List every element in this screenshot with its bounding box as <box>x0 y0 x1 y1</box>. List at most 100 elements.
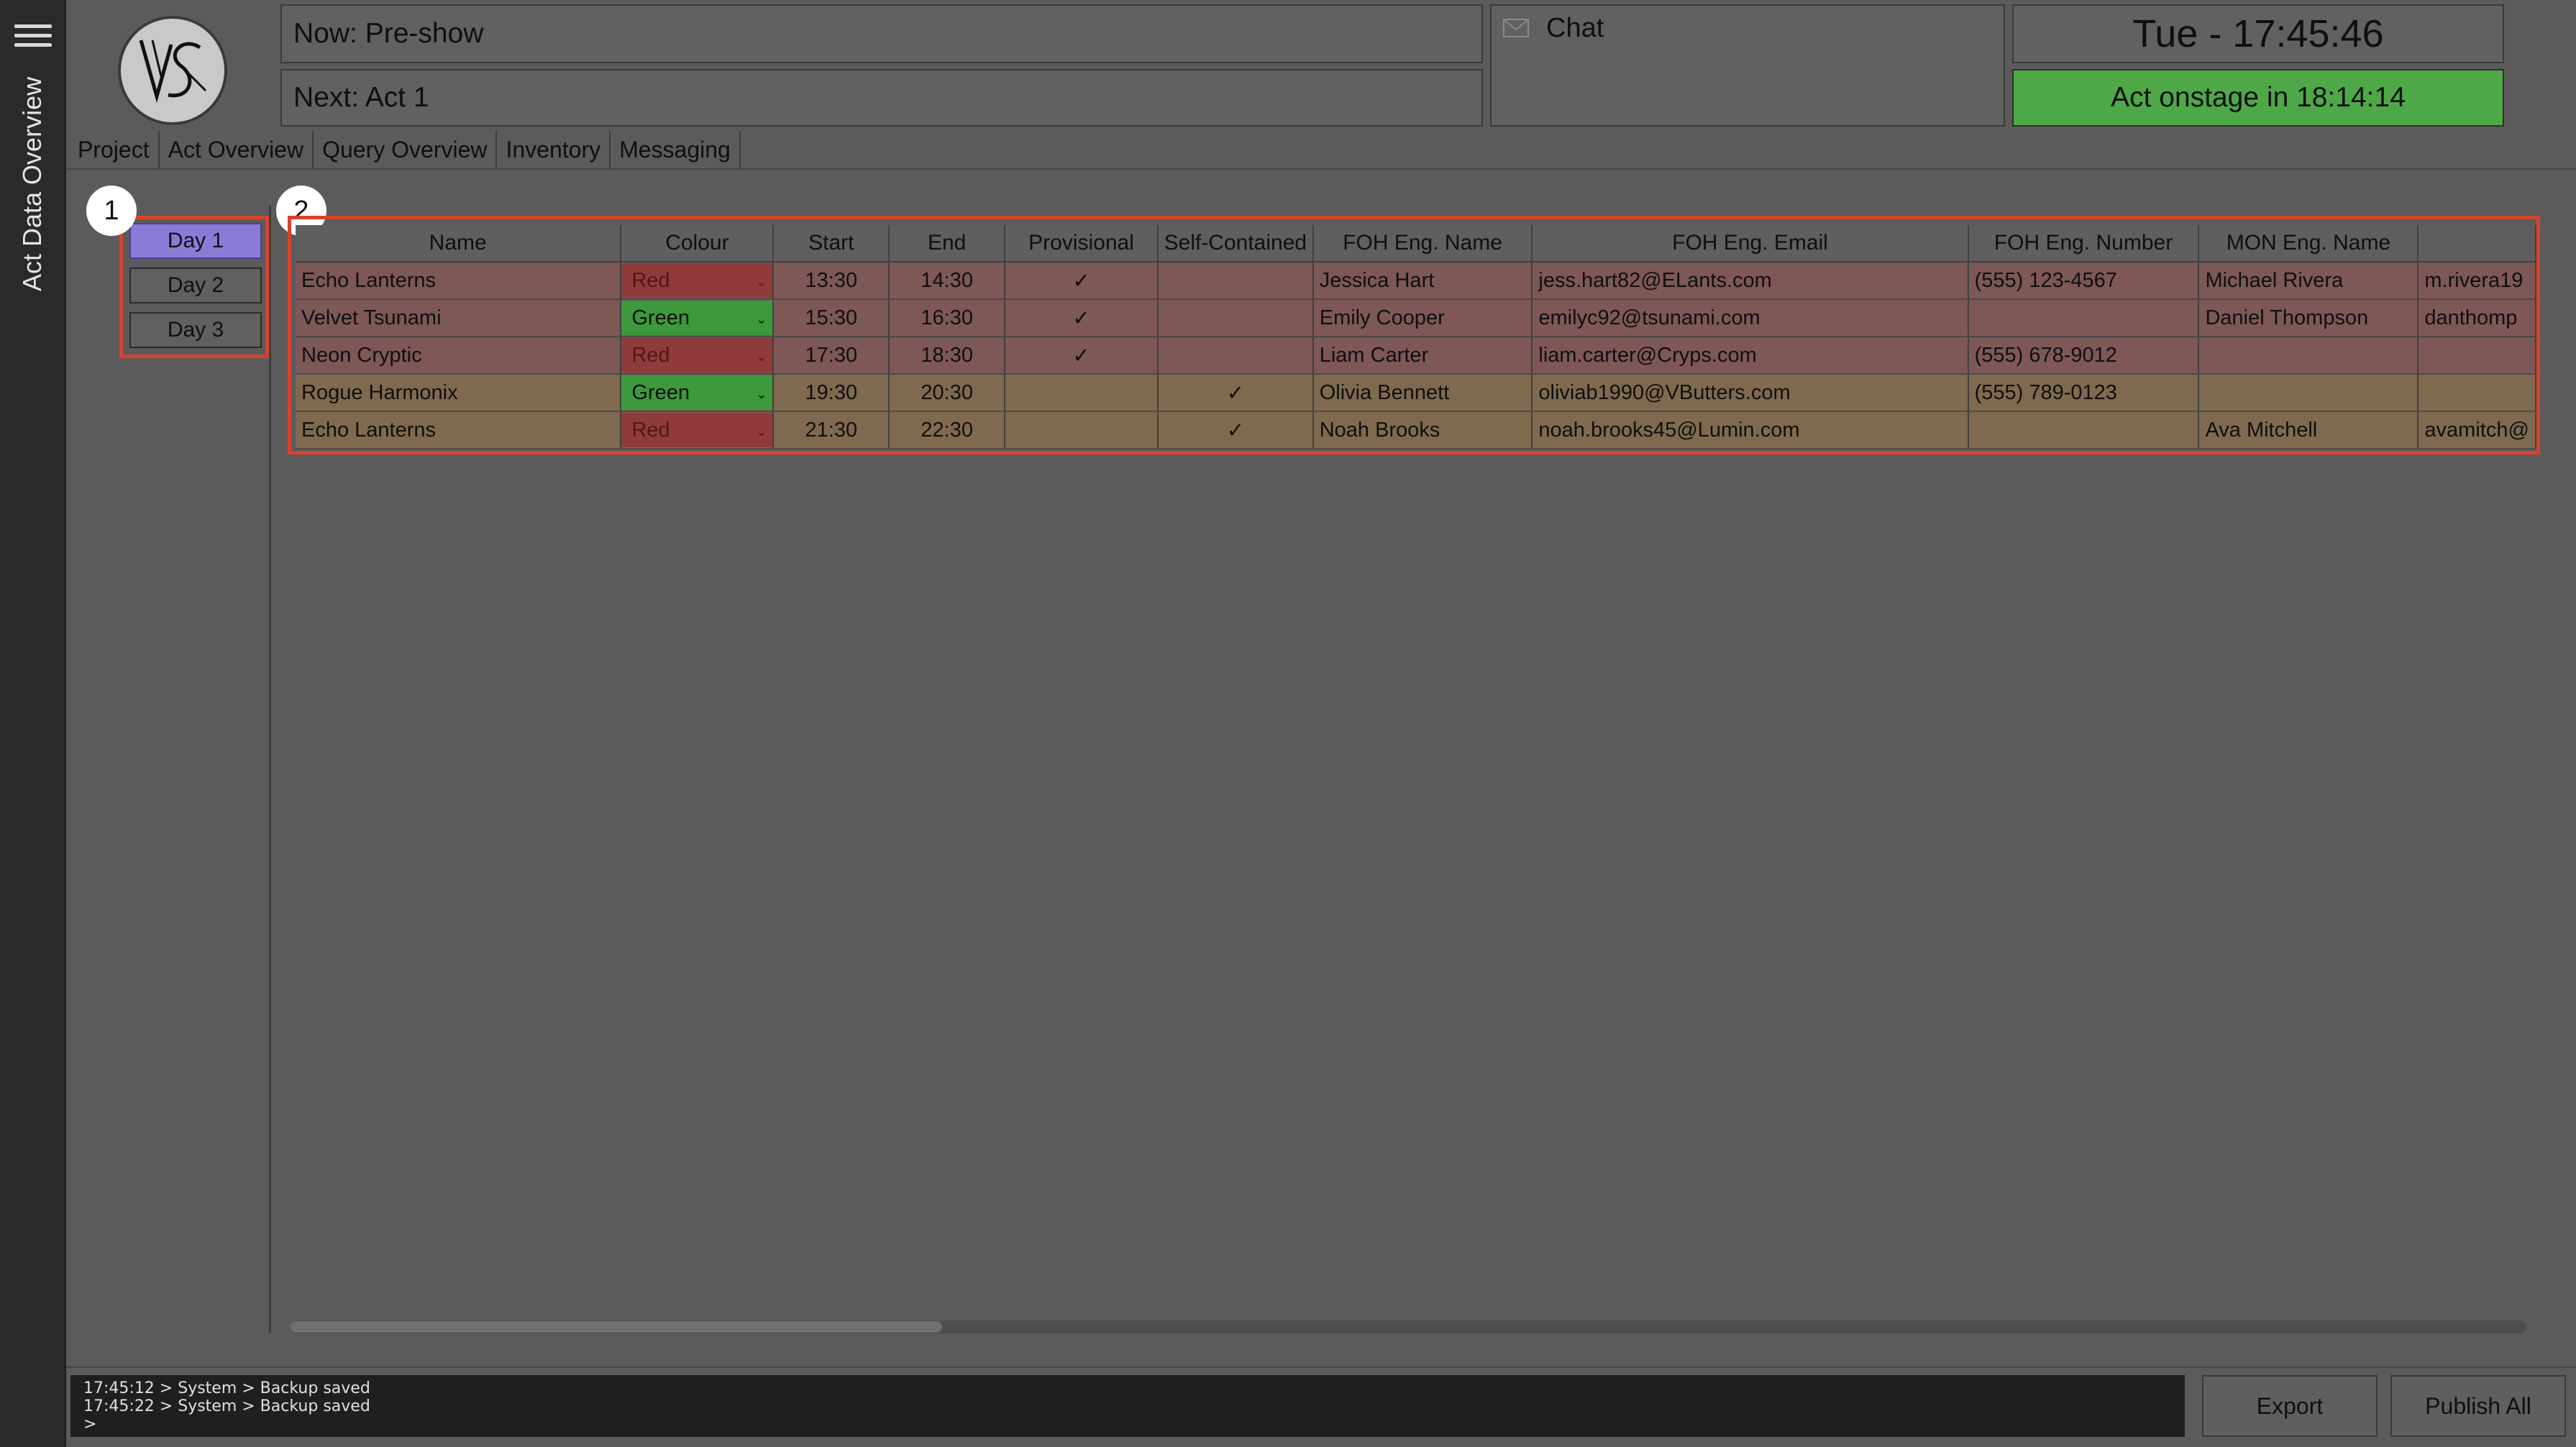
column-header-foh-number[interactable]: FOH Eng. Number <box>1968 225 2200 263</box>
cell-colour[interactable]: Red ⌄ <box>621 337 775 375</box>
column-header-mon-name[interactable]: MON Eng. Name <box>2198 225 2419 263</box>
chevron-down-icon: ⌄ <box>756 312 767 327</box>
cell-name[interactable]: Velvet Tsunami <box>296 299 622 337</box>
publish-all-button[interactable]: Publish All <box>2390 1375 2566 1437</box>
cell-foh-number[interactable] <box>1968 411 2200 449</box>
cell-foh-number[interactable]: (555) 789-0123 <box>1968 374 2200 412</box>
chevron-down-icon: ⌄ <box>756 387 767 401</box>
cell-foh-email[interactable]: emilyc92@tsunami.com <box>1532 299 1969 337</box>
cell-end[interactable]: 22:30 <box>889 411 1006 449</box>
tab-project[interactable]: Project <box>69 131 160 168</box>
table-row[interactable]: Echo Lanterns Red ⌄ 13:30 14:30 ✓ Jessica… <box>296 262 2536 300</box>
act-onstage-countdown: Act onstage in 18:14:14 <box>2012 69 2504 127</box>
cell-provisional[interactable] <box>1005 374 1159 412</box>
column-header-name[interactable]: Name <box>296 225 622 263</box>
day-2-button[interactable]: Day 2 <box>129 268 262 303</box>
chat-header[interactable]: Chat <box>1490 4 2005 52</box>
cell-mon-email[interactable] <box>2418 337 2536 375</box>
colour-dropdown[interactable]: Red ⌄ <box>621 263 772 298</box>
cell-foh-number[interactable]: (555) 678-9012 <box>1968 337 2200 375</box>
colour-dropdown[interactable]: Red ⌄ <box>621 413 772 447</box>
cell-start[interactable]: 17:30 <box>773 337 890 375</box>
cell-self-contained[interactable] <box>1158 299 1314 337</box>
cell-end[interactable]: 14:30 <box>889 262 1006 300</box>
column-header-self-contained[interactable]: Self-Contained <box>1158 225 1314 263</box>
cell-name[interactable]: Echo Lanterns <box>296 411 622 449</box>
chat-panel[interactable] <box>1490 50 2005 127</box>
cell-self-contained[interactable] <box>1158 262 1314 300</box>
scrollbar-thumb[interactable] <box>291 1321 942 1333</box>
tab-messaging[interactable]: Messaging <box>611 131 741 168</box>
cell-colour[interactable]: Red ⌄ <box>621 262 775 300</box>
cell-colour[interactable]: Red ⌄ <box>621 411 775 449</box>
column-header-end[interactable]: End <box>889 225 1006 263</box>
cell-start[interactable]: 21:30 <box>773 411 890 449</box>
cell-foh-name[interactable]: Olivia Bennett <box>1312 374 1533 412</box>
cell-provisional[interactable]: ✓ <box>1005 337 1159 375</box>
table-row[interactable]: Rogue Harmonix Green ⌄ 19:30 20:30 ✓ Oliv… <box>296 374 2536 412</box>
cell-foh-name[interactable]: Liam Carter <box>1312 337 1533 375</box>
cell-mon-name[interactable]: Ava Mitchell <box>2198 411 2419 449</box>
cell-end[interactable]: 20:30 <box>889 374 1006 412</box>
cell-mon-name[interactable]: Michael Rivera <box>2198 262 2419 300</box>
sidebar-title: Act Data Overview <box>17 76 47 291</box>
table-row[interactable]: Neon Cryptic Red ⌄ 17:30 18:30 ✓ Liam Car… <box>296 337 2536 375</box>
colour-value: Green <box>631 380 690 404</box>
cell-colour[interactable]: Green ⌄ <box>621 374 775 412</box>
cell-end[interactable]: 18:30 <box>889 337 1006 375</box>
log-prompt[interactable]: > <box>83 1415 2185 1433</box>
day-1-button[interactable]: Day 1 <box>129 223 262 259</box>
cell-foh-number[interactable]: (555) 123-4567 <box>1968 262 2200 300</box>
cell-foh-email[interactable]: liam.carter@Cryps.com <box>1532 337 1969 375</box>
colour-value: Red <box>631 343 670 367</box>
cell-foh-email[interactable]: noah.brooks45@Lumin.com <box>1532 411 1969 449</box>
cell-end[interactable]: 16:30 <box>889 299 1006 337</box>
cell-name[interactable]: Rogue Harmonix <box>296 374 622 412</box>
act-table-container: Name Colour Start End Provisional Self-C… <box>288 216 2540 455</box>
cell-self-contained[interactable] <box>1158 337 1314 375</box>
cell-mon-name[interactable] <box>2198 337 2419 375</box>
column-header-start[interactable]: Start <box>773 225 890 263</box>
cell-foh-email[interactable]: jess.hart82@ELants.com <box>1532 262 1969 300</box>
column-header-provisional[interactable]: Provisional <box>1005 225 1159 263</box>
day-3-button[interactable]: Day 3 <box>129 312 262 348</box>
cell-mon-email[interactable] <box>2418 374 2536 412</box>
cell-provisional[interactable] <box>1005 411 1159 449</box>
now-status: Now: Pre-show <box>280 4 1483 63</box>
cell-mon-email[interactable]: avamitch@ <box>2418 411 2536 449</box>
colour-dropdown[interactable]: Green ⌄ <box>621 375 772 410</box>
cell-mon-name[interactable] <box>2198 374 2419 412</box>
cell-mon-name[interactable]: Daniel Thompson <box>2198 299 2419 337</box>
cell-start[interactable]: 15:30 <box>773 299 890 337</box>
table-row[interactable]: Echo Lanterns Red ⌄ 21:30 22:30 ✓ Noah Br… <box>296 411 2536 449</box>
cell-start[interactable]: 19:30 <box>773 374 890 412</box>
cell-mon-email[interactable]: m.rivera19 <box>2418 262 2536 300</box>
cell-foh-name[interactable]: Emily Cooper <box>1312 299 1533 337</box>
tab-query-overview[interactable]: Query Overview <box>314 131 498 168</box>
column-header-foh-name[interactable]: FOH Eng. Name <box>1312 225 1533 263</box>
hamburger-menu-icon[interactable] <box>14 22 52 50</box>
cell-provisional[interactable]: ✓ <box>1005 262 1159 300</box>
tab-act-overview[interactable]: Act Overview <box>160 131 314 168</box>
cell-foh-name[interactable]: Jessica Hart <box>1312 262 1533 300</box>
cell-foh-name[interactable]: Noah Brooks <box>1312 411 1533 449</box>
cell-colour[interactable]: Green ⌄ <box>621 299 775 337</box>
cell-name[interactable]: Neon Cryptic <box>296 337 622 375</box>
export-button[interactable]: Export <box>2202 1375 2378 1437</box>
cell-start[interactable]: 13:30 <box>773 262 890 300</box>
cell-self-contained[interactable]: ✓ <box>1158 374 1314 412</box>
column-header-foh-email[interactable]: FOH Eng. Email <box>1532 225 1969 263</box>
cell-name[interactable]: Echo Lanterns <box>296 262 622 300</box>
cell-provisional[interactable]: ✓ <box>1005 299 1159 337</box>
colour-dropdown[interactable]: Red ⌄ <box>621 338 772 373</box>
column-header-mon-email[interactable] <box>2418 225 2536 263</box>
cell-mon-email[interactable]: danthomp <box>2418 299 2536 337</box>
colour-dropdown[interactable]: Green ⌄ <box>621 301 772 335</box>
column-header-colour[interactable]: Colour <box>621 225 775 263</box>
tab-inventory[interactable]: Inventory <box>497 131 611 168</box>
cell-self-contained[interactable]: ✓ <box>1158 411 1314 449</box>
chevron-down-icon: ⌄ <box>756 350 767 364</box>
cell-foh-email[interactable]: oliviab1990@VButters.com <box>1532 374 1969 412</box>
table-row[interactable]: Velvet Tsunami Green ⌄ 15:30 16:30 ✓ Emil… <box>296 299 2536 337</box>
cell-foh-number[interactable] <box>1968 299 2200 337</box>
